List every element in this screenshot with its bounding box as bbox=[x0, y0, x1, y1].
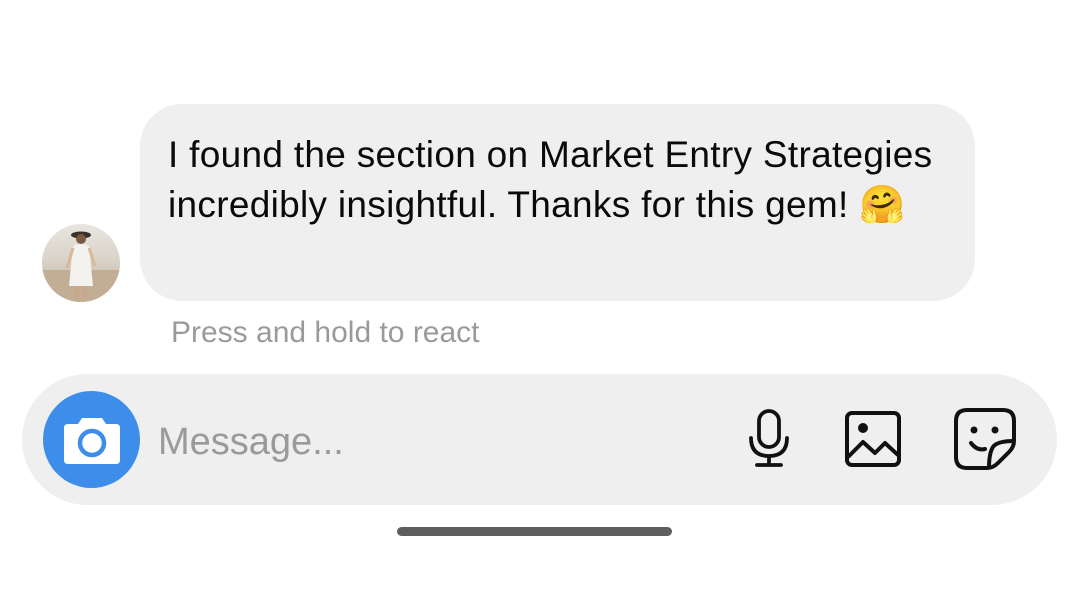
message-input[interactable] bbox=[158, 414, 718, 470]
sticker-button[interactable] bbox=[952, 406, 1018, 472]
camera-button[interactable] bbox=[43, 391, 140, 488]
voice-button[interactable] bbox=[736, 406, 802, 472]
message-text: I found the section on Market Entry Stra… bbox=[168, 134, 933, 225]
message-composer bbox=[22, 374, 1057, 505]
camera-icon bbox=[63, 417, 120, 464]
avatar[interactable] bbox=[42, 224, 120, 302]
message-bubble[interactable]: I found the section on Market Entry Stra… bbox=[140, 104, 975, 301]
photo-icon bbox=[845, 411, 901, 467]
home-indicator[interactable] bbox=[397, 527, 672, 536]
microphone-icon bbox=[749, 409, 789, 467]
sticker-icon bbox=[954, 408, 1016, 470]
react-hint: Press and hold to react bbox=[171, 316, 480, 349]
hugging-face-emoji: 🤗 bbox=[859, 183, 906, 226]
gallery-button[interactable] bbox=[840, 406, 906, 472]
